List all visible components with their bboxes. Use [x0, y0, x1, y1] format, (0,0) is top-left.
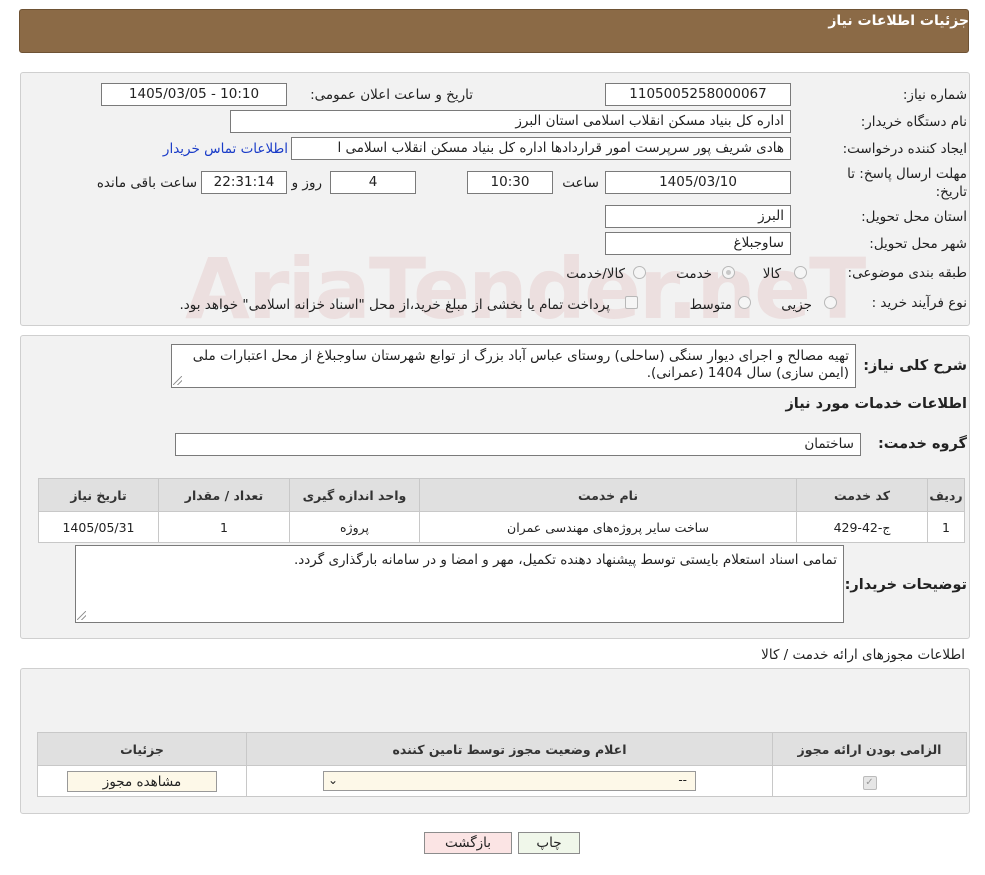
permit-required-cell: ✓	[772, 765, 967, 797]
requester-field: هادی شریف پور سرپرست امور قراردادها ادار…	[291, 137, 791, 160]
permits-table: الزامی بودن ارائه مجوز اعلام وضعیت مجوز …	[37, 732, 967, 797]
buyer-notes-textarea[interactable]: تمامی اسناد استعلام بایستی توسط پیشنهاد …	[75, 545, 844, 623]
contact-buyer-link[interactable]: اطلاعات تماس خریدار	[163, 141, 288, 157]
province-field: البرز	[605, 205, 791, 228]
remaining-label: ساعت باقی مانده	[96, 175, 197, 191]
process-label: نوع فرآیند خرید :	[871, 295, 967, 311]
view-permit-button[interactable]: مشاهده مجوز	[67, 770, 217, 792]
print-button[interactable]: چاپ	[518, 832, 580, 854]
permit-status-cell: -- ⌄	[246, 765, 773, 797]
announce-datetime-field: 1405/03/05 - 10:10	[101, 83, 287, 106]
buyer-org-field: اداره کل بنیاد مسکن انقلاب اسلامی استان …	[230, 110, 791, 133]
process-minor-label: جزیی	[781, 297, 812, 313]
permit-status-select[interactable]: -- ⌄	[323, 771, 696, 791]
city-label: شهر محل تحویل:	[869, 236, 967, 252]
summary-label: شرح کلی نیاز:	[863, 358, 967, 374]
buyer-notes-resize-grip[interactable]	[77, 611, 86, 620]
category-goods-label: کالا	[762, 266, 781, 282]
col-qty: تعداد / مقدار	[158, 478, 290, 512]
treasury-note: پرداخت تمام یا بخشی از مبلغ خرید،از محل …	[179, 297, 610, 313]
buyer-org-label: نام دستگاه خریدار:	[860, 114, 967, 130]
service-group-field: ساختمان	[175, 433, 861, 456]
category-service-radio[interactable]	[722, 266, 735, 279]
remaining-time-field: 22:31:14	[201, 171, 287, 194]
cell-date: 1405/05/31	[38, 511, 159, 543]
summary-textarea[interactable]: تهیه مصالح و اجرای دیوار سنگی (ساحلی) رو…	[171, 344, 856, 388]
summary-resize-grip[interactable]	[173, 376, 182, 385]
col-date: تاریخ نیاز	[38, 478, 159, 512]
treasury-checkbox[interactable]	[625, 296, 638, 309]
col-name: نام خدمت	[419, 478, 797, 512]
cell-name: ساخت سایر پروژه‌های مهندسی عمران	[419, 511, 797, 543]
cell-qty: 1	[158, 511, 290, 543]
category-label: طبقه بندی موضوعی:	[847, 265, 967, 281]
process-minor-radio[interactable]	[824, 296, 837, 309]
permits-table-wrap: الزامی بودن ارائه مجوز اعلام وضعیت مجوز …	[37, 732, 967, 797]
col-row: ردیف	[927, 478, 965, 512]
days-label: روز و	[291, 175, 322, 191]
city-field: ساوجبلاغ	[605, 232, 791, 255]
days-field: 4	[330, 171, 416, 194]
category-goods-radio[interactable]	[794, 266, 807, 279]
cell-code: ج-42-429	[796, 511, 928, 543]
permit-status-value: --	[678, 773, 687, 787]
deadline-time-label: ساعت	[562, 175, 599, 191]
need-number-field: 1105005258000067	[605, 83, 791, 106]
category-service-label: خدمت	[676, 266, 712, 282]
announce-datetime-label: تاریخ و ساعت اعلان عمومی:	[310, 87, 473, 103]
permits-section-title: اطلاعات مجوزهای ارائه خدمت / کالا	[761, 647, 965, 663]
back-button[interactable]: بازگشت	[424, 832, 512, 854]
process-medium-radio[interactable]	[738, 296, 751, 309]
page-title: جزئیات اطلاعات نیاز	[828, 13, 969, 29]
services-table-wrap: ردیف کد خدمت نام خدمت واحد اندازه گیری ت…	[38, 478, 965, 543]
col-permit-details: جزئیات	[37, 732, 247, 766]
buyer-notes-label: توضیحات خریدار:	[844, 577, 967, 593]
col-code: کد خدمت	[796, 478, 928, 512]
services-section-title: اطلاعات خدمات مورد نیاز	[785, 396, 967, 412]
permit-details-cell: مشاهده مجوز	[37, 765, 247, 797]
need-number-label: شماره نیاز:	[902, 87, 967, 103]
col-unit: واحد اندازه گیری	[289, 478, 420, 512]
chevron-down-icon: ⌄	[328, 773, 339, 787]
province-label: استان محل تحویل:	[861, 209, 967, 225]
permit-required-checkbox: ✓	[862, 775, 877, 790]
deadline-date-field: 1405/03/10	[605, 171, 791, 194]
table-row: 1 ج-42-429 ساخت سایر پروژه‌های مهندسی عم…	[38, 511, 965, 543]
page-header	[19, 9, 969, 53]
table-row: ✓ -- ⌄ مشاهده مجوز	[37, 765, 967, 797]
process-medium-label: متوسط	[689, 297, 732, 313]
col-permit-status: اعلام وضعیت مجوز توسط تامین کننده	[246, 732, 773, 766]
service-group-label: گروه خدمت:	[877, 436, 967, 452]
category-goods-service-label: کالا/خدمت	[566, 266, 625, 282]
services-table: ردیف کد خدمت نام خدمت واحد اندازه گیری ت…	[38, 478, 965, 543]
deadline-label: مهلت ارسال پاسخ: تا تاریخ:	[847, 166, 967, 200]
cell-unit: پروژه	[289, 511, 420, 543]
category-goods-service-radio[interactable]	[633, 266, 646, 279]
cell-row: 1	[927, 511, 965, 543]
deadline-time-field: 10:30	[467, 171, 553, 194]
col-permit-required: الزامی بودن ارائه مجوز	[772, 732, 967, 766]
requester-label: ایجاد کننده درخواست:	[842, 141, 967, 157]
